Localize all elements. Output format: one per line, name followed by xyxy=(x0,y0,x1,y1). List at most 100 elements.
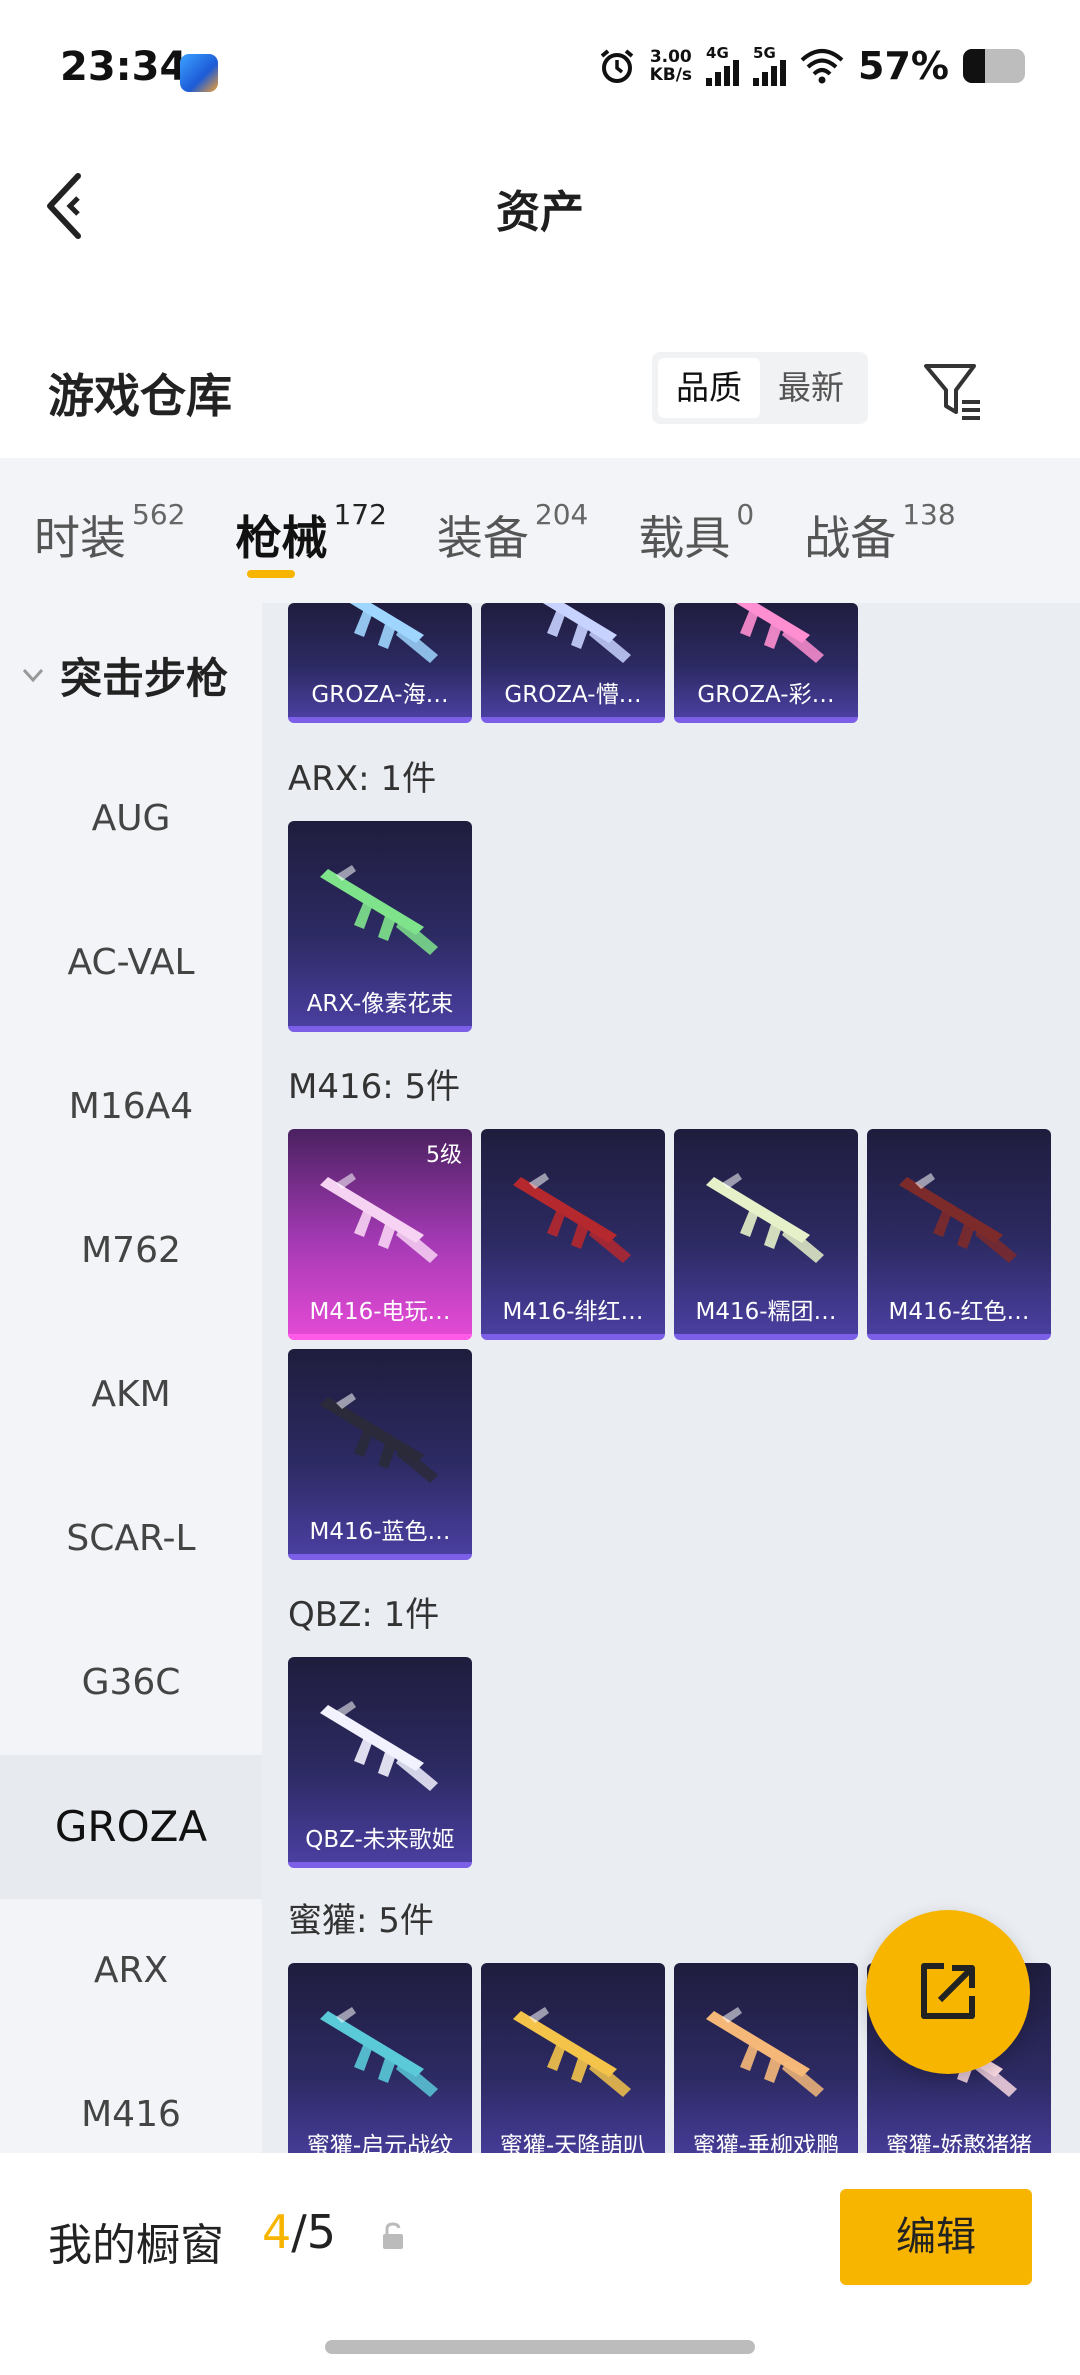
skin-card-caption: M416-绯红… xyxy=(502,1299,644,1325)
tab-guns[interactable]: 枪械 172 xyxy=(235,458,387,603)
skin-card[interactable]: 蜜獾-启元战纹 xyxy=(288,1963,472,2153)
skin-card[interactable]: 蜜獾-垂柳戏鹏 xyxy=(674,1963,858,2153)
signal-5g-label: 5G xyxy=(753,44,776,62)
sidebar-item-m16a4[interactable]: M16A4 xyxy=(0,1035,262,1179)
skin-card[interactable]: M416-糯团… xyxy=(674,1129,858,1340)
tab-vehicles[interactable]: 载具 0 xyxy=(638,458,754,603)
status-time: 23:34 xyxy=(60,44,188,90)
gun-skin-image xyxy=(735,603,824,663)
sidebar-item-aug[interactable]: AUG xyxy=(0,747,262,891)
skin-card[interactable]: M416-绯红… xyxy=(481,1129,665,1340)
gun-skin-image xyxy=(542,603,631,663)
skin-card[interactable]: 5级 M416-电玩… xyxy=(288,1129,472,1340)
share-fab-button[interactable] xyxy=(866,1910,1030,2074)
warehouse-header: 游戏仓库 品质 最新 xyxy=(0,330,1080,450)
arx-row: ARX-像素花束 xyxy=(288,821,472,1032)
tab-count: 138 xyxy=(902,498,956,531)
gun-shape xyxy=(547,609,565,637)
sidebar-item-g36c[interactable]: G36C xyxy=(0,1611,262,1755)
gun-shape xyxy=(589,625,631,663)
tab-count: 204 xyxy=(534,498,589,531)
warehouse-title: 游戏仓库 xyxy=(48,369,232,423)
gun-shape xyxy=(547,2043,565,2071)
gun-skin-image xyxy=(513,2007,631,2097)
gun-shape xyxy=(396,2059,438,2097)
tab-outfits[interactable]: 时装 562 xyxy=(34,458,185,603)
gun-skin-image xyxy=(706,2007,824,2097)
gun-shape xyxy=(782,1225,824,1263)
tab-label: 时装 xyxy=(34,511,126,565)
skin-card[interactable]: ARX-像素花束 xyxy=(288,821,472,1032)
sidebar-item-ac-val[interactable]: AC-VAL xyxy=(0,891,262,1035)
wifi-icon xyxy=(800,49,844,84)
tab-label: 枪械 xyxy=(235,511,328,565)
skin-card-caption: 蜜獾-天降萌叭 xyxy=(499,2133,647,2153)
net-speed: 3.00 KB/s xyxy=(650,48,692,84)
skin-card[interactable]: GROZA-懵… xyxy=(481,603,665,723)
sidebar-item-scar-l[interactable]: SCAR-L xyxy=(0,1467,262,1611)
gun-shape xyxy=(740,2043,758,2071)
skin-card-caption: 蜜獾-启元战纹 xyxy=(306,2133,454,2153)
showcase-bar: 我的橱窗 4/5 编辑 xyxy=(0,2153,1080,2313)
battery-percent: 57% xyxy=(858,44,949,88)
tab-count: 562 xyxy=(132,498,186,531)
gun-shape xyxy=(354,1737,372,1765)
sidebar-group-assault-rifles[interactable]: 突击步枪 xyxy=(0,603,262,747)
sort-latest[interactable]: 最新 xyxy=(760,358,862,418)
showcase-current: 4 xyxy=(262,2205,292,2259)
gun-shape xyxy=(589,1225,631,1263)
home-indicator xyxy=(325,2340,755,2354)
groza-row: GROZA-海… GROZA-懵… GROZA-彩… xyxy=(288,603,858,723)
skin-card-caption: M416-糯团… xyxy=(695,1299,837,1325)
signal-5g: 5G xyxy=(753,44,787,86)
showcase-label: 我的橱窗 xyxy=(48,2220,224,2271)
weapon-type-sidebar: 突击步枪 AUG AC-VAL M16A4 M762 AKM SCAR-L G3… xyxy=(0,603,262,2153)
nav-bar: 资产 xyxy=(0,140,1080,270)
tab-equipment[interactable]: 装备 204 xyxy=(437,458,588,603)
sidebar-item-arx[interactable]: ARX xyxy=(0,1899,262,2043)
skin-card[interactable]: M416-蓝色… xyxy=(288,1349,472,1560)
gun-skin-image xyxy=(899,1173,1017,1263)
skin-card[interactable]: GROZA-彩… xyxy=(674,603,858,723)
m416-row-2: M416-蓝色… xyxy=(288,1349,472,1560)
signal-4g-label: 4G xyxy=(706,44,729,62)
gun-shape xyxy=(933,1209,951,1237)
skin-card[interactable]: QBZ-未来歌姬 xyxy=(288,1657,472,1868)
tab-count: 0 xyxy=(736,498,755,531)
gun-shape xyxy=(354,609,372,637)
skin-card[interactable]: GROZA-海… xyxy=(288,603,472,723)
gun-shape xyxy=(354,1209,372,1237)
gun-skin-image xyxy=(706,1173,824,1263)
gun-skin-image xyxy=(320,865,438,955)
sidebar-item-m416[interactable]: M416 xyxy=(0,2043,262,2153)
gun-shape xyxy=(354,901,372,929)
filter-icon xyxy=(924,364,980,420)
net-speed-unit: KB/s xyxy=(649,65,693,85)
sidebar-item-groza[interactable]: GROZA xyxy=(0,1755,262,1899)
tab-label: 装备 xyxy=(436,511,529,565)
lock-icon xyxy=(383,2222,403,2249)
qbz-row: QBZ-未来歌姬 xyxy=(288,1657,472,1868)
skin-card-caption: M416-电玩… xyxy=(309,1299,451,1325)
sidebar-item-m762[interactable]: M762 xyxy=(0,1179,262,1323)
skin-card[interactable]: 蜜獾-天降萌叭 xyxy=(481,1963,665,2153)
chevron-down-icon xyxy=(22,668,44,683)
edit-button[interactable]: 编辑 xyxy=(840,2189,1032,2285)
section-label-m416: M416: 5件 xyxy=(288,1067,461,1107)
tab-count: 172 xyxy=(333,498,387,531)
gun-shape xyxy=(782,625,824,663)
skin-card-caption: GROZA-彩… xyxy=(697,682,835,708)
skin-card[interactable]: M416-红色… xyxy=(867,1129,1051,1340)
gun-skin-image xyxy=(513,1173,631,1263)
showcase-total: 5 xyxy=(306,2205,337,2259)
status-right: 3.00 KB/s 4G 5G 57% xyxy=(598,44,1025,88)
tab-label: 战备 xyxy=(804,511,897,565)
sort-quality[interactable]: 品质 xyxy=(658,358,760,418)
section-label-qbz: QBZ: 1件 xyxy=(288,1595,440,1635)
gun-shape xyxy=(396,625,438,663)
sidebar-group-label: 突击步枪 xyxy=(60,653,229,703)
filter-button[interactable] xyxy=(918,356,988,426)
tab-supplies[interactable]: 战备 138 xyxy=(804,458,955,603)
sidebar-item-akm[interactable]: AKM xyxy=(0,1323,262,1467)
section-label-honey-badger: 蜜獾: 5件 xyxy=(288,1901,434,1941)
